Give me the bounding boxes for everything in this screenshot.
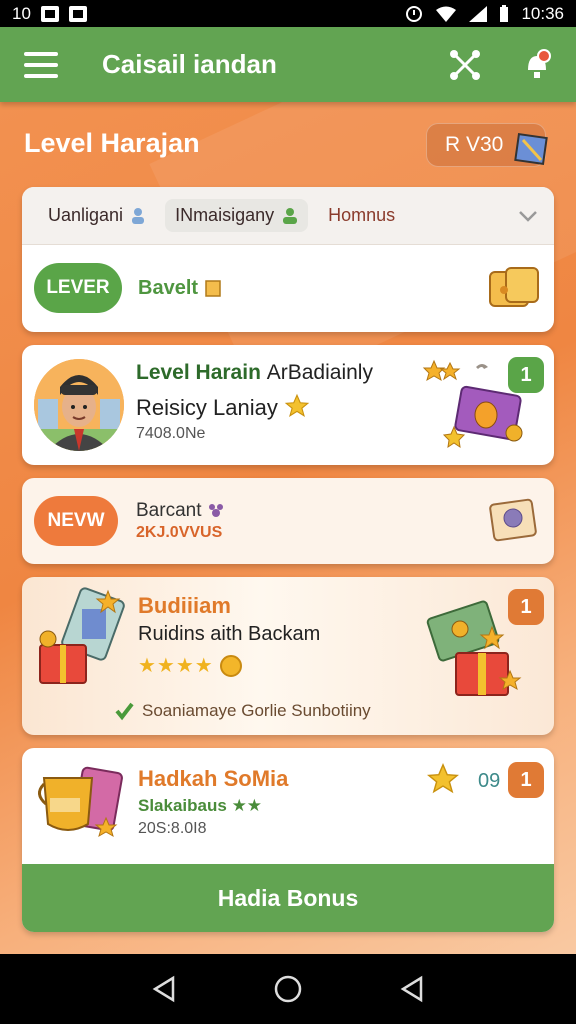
new-card-subtitle: 2KJ.0VVUS — [136, 524, 223, 541]
level-card-title-green: Level Harain — [136, 361, 261, 384]
status-time: 10:36 — [521, 3, 564, 23]
level-card-title: Level Harain ArBadiainly — [136, 361, 373, 385]
tab-bar: Uanligani INmaisigany Homnus — [22, 187, 554, 245]
certificate-icon[interactable] — [486, 494, 540, 546]
box-icon — [205, 280, 221, 297]
reward-count-badge: 1 — [508, 589, 544, 625]
tab-label: INmaisigany — [175, 205, 275, 225]
notification-icon[interactable] — [522, 48, 552, 82]
app-title: Caisail iandan — [102, 49, 277, 79]
tabs-card: Uanligani INmaisigany Homnus LEVER Bavel… — [22, 187, 554, 332]
bottom-card-date: 20S:8.0I8 — [138, 820, 207, 837]
bottom-card-subtitle: Slakaibaus ★★ — [138, 796, 262, 816]
new-button[interactable]: NEVW — [34, 496, 118, 546]
reward-card-footer: Soaniamaye Gorlie Sunbotiiny — [114, 701, 371, 721]
reward-stars: ★★★★ — [138, 655, 214, 677]
back-icon[interactable] — [151, 975, 177, 1003]
level-card-subtitle: Reisicy Laniay — [136, 393, 310, 421]
bottom-card-title: Hadkah SoMia — [138, 766, 289, 791]
user-icon — [283, 207, 298, 224]
check-icon — [115, 702, 134, 721]
new-card-title: Barcant — [136, 500, 225, 522]
reward-screen-icon — [442, 385, 523, 449]
recents-icon[interactable] — [399, 975, 425, 1003]
lever-row: LEVER Bavelt — [22, 245, 554, 331]
app-bar: Caisail iandan — [0, 27, 576, 102]
reward-card[interactable]: Budiiiam Ruidins aith Backam ★★★★ Soania… — [22, 577, 554, 735]
star-icon — [284, 393, 310, 417]
gift-box-icon — [514, 133, 548, 165]
new-card[interactable]: NEVW Barcant 2KJ.0VVUS — [22, 478, 554, 564]
share-icon[interactable] — [448, 48, 482, 82]
new-card-title-text: Barcant — [136, 500, 202, 521]
reward-card-footer-text: Soaniamaye Gorlie Sunbotiiny — [142, 701, 371, 720]
bottom-card-extra: 09 — [478, 770, 501, 792]
reward-card-subtitle: Ruidins aith Backam — [138, 623, 321, 645]
rv-badge-label: R V30 — [445, 133, 504, 156]
system-nav-bar — [0, 954, 576, 1024]
lever-button[interactable]: LEVER — [34, 263, 122, 313]
home-icon[interactable] — [273, 974, 303, 1004]
user-icon — [132, 207, 145, 224]
notification-square-icon — [40, 5, 59, 22]
battery-icon — [500, 4, 509, 22]
star-icon — [427, 763, 459, 794]
alarm-icon — [406, 5, 423, 22]
app-notification-icon — [68, 5, 87, 22]
tab-uanligani[interactable]: Uanligani — [38, 199, 155, 232]
avatar — [34, 359, 124, 451]
coin-icon — [219, 654, 242, 677]
tab-homnus[interactable]: Homnus — [318, 199, 405, 232]
signal-icon — [469, 5, 488, 22]
level-card-subtitle-text: Reisicy Laniay — [136, 395, 278, 420]
status-time-left: 10 — [12, 3, 31, 23]
bottom-count-badge: 1 — [508, 762, 544, 798]
chest-icon[interactable] — [486, 264, 542, 312]
tab-label: Uanligani — [48, 205, 124, 225]
paw-icon — [208, 504, 223, 517]
level-card[interactable]: Level Harain ArBadiainly Reisicy Laniay … — [22, 345, 554, 465]
stars-cluster-icon — [422, 359, 488, 382]
gift-cards-icon — [39, 587, 125, 684]
reward-rating: ★★★★ — [138, 653, 242, 678]
bottom-card-subtitle-text: Slakaibaus — [138, 796, 227, 815]
trophy-icon — [38, 766, 123, 838]
rv-badge[interactable]: R V30 — [426, 123, 548, 167]
tab-label: Homnus — [328, 205, 396, 225]
bonus-button[interactable]: Hadia Bonus — [22, 864, 554, 932]
bottom-card: Hadkah SoMia Slakaibaus ★★ 20S:8.0I8 09 … — [22, 748, 554, 932]
lever-label: Bavelt — [138, 276, 199, 299]
chevron-down-icon[interactable] — [518, 209, 538, 223]
wifi-icon — [436, 6, 457, 22]
bottom-card-stars: ★★ — [231, 796, 263, 815]
page-title: Level Harajan — [24, 128, 200, 158]
level-count-badge: 1 — [508, 357, 544, 393]
reward-card-title: Budiiiam — [138, 593, 231, 618]
status-bar: 10 10:36 — [0, 0, 576, 27]
tab-inmaisigany[interactable]: INmaisigany — [165, 199, 309, 232]
level-card-title-dark: ArBadiainly — [266, 361, 373, 384]
menu-icon[interactable] — [24, 51, 58, 78]
level-card-date: 7408.0Ne — [136, 425, 206, 442]
